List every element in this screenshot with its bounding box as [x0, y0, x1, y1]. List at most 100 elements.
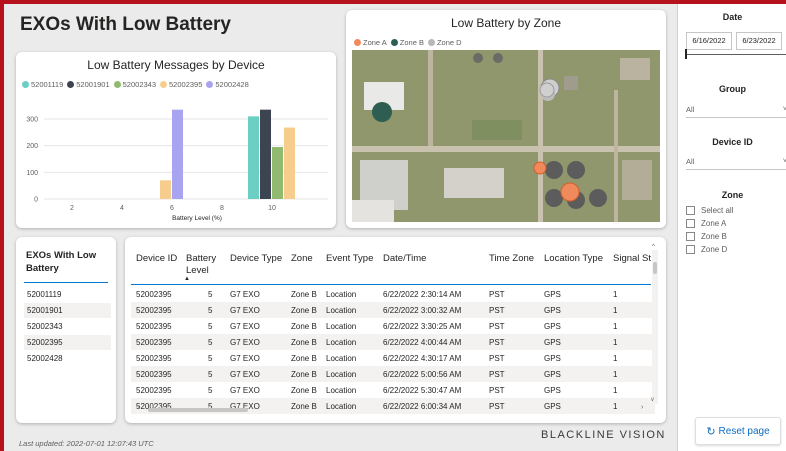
- reset-page-button[interactable]: ↻ Reset page: [695, 417, 781, 445]
- last-updated-text: Last updated: 2022-07-01 12:07:43 UTC: [19, 439, 154, 448]
- bar-52001901-x10[interactable]: [260, 109, 271, 199]
- date-start-input[interactable]: 6/16/2022: [686, 32, 732, 50]
- map-legend-item[interactable]: Zone A: [354, 38, 387, 47]
- device-list-header[interactable]: EXOs With Low Battery: [26, 249, 111, 275]
- table-cell: 5: [208, 290, 213, 299]
- table-cell: 6/22/2022 5:00:56 AM: [383, 370, 462, 379]
- checkbox-icon[interactable]: [686, 245, 695, 254]
- table-cell: Location: [326, 402, 357, 411]
- device-slicer-title: Device ID: [712, 137, 753, 147]
- x-tick-label: 10: [268, 205, 276, 212]
- bar-legend-item[interactable]: 52001119: [22, 80, 63, 89]
- zone-map[interactable]: [352, 50, 660, 222]
- table-cell: 1: [613, 322, 618, 331]
- table-row[interactable]: 52002395 5 G7 EXO Zone B Location 6/22/2022 5…: [131, 382, 655, 398]
- date-slider-handle[interactable]: [685, 49, 687, 59]
- column-header[interactable]: Device Type: [230, 253, 282, 265]
- bar-chart: 0 100 200 300 2 4 6 8 10 Battery Level (%): [26, 109, 328, 222]
- table-row[interactable]: 52002395 5 G7 EXO Zone B Location 6/22/2022 2…: [131, 286, 655, 302]
- table-cell: 52002395: [136, 338, 172, 347]
- table-row[interactable]: 52002395 5 G7 EXO Zone B Location 6/22/2022 3…: [131, 302, 655, 318]
- checkbox-icon[interactable]: [686, 206, 695, 215]
- bar-52002343-x10[interactable]: [272, 147, 283, 199]
- column-header[interactable]: Date/Time: [383, 253, 426, 265]
- aerial-map-image: [352, 50, 660, 222]
- table-cell: 1: [613, 370, 618, 379]
- scroll-up-arrow-icon[interactable]: ^: [652, 244, 655, 250]
- legend-label: 52001119: [31, 80, 64, 89]
- column-header[interactable]: Signal St: [613, 253, 651, 265]
- table-cell: 6/22/2022 2:30:14 AM: [383, 290, 462, 299]
- zone-option-label: Select all: [701, 206, 734, 215]
- zone-option[interactable]: Zone B: [686, 232, 727, 241]
- column-header[interactable]: Time Zone: [489, 253, 534, 265]
- device-list-item[interactable]: 52002395: [24, 335, 111, 350]
- device-list-item[interactable]: 52001119: [24, 287, 111, 302]
- legend-label: 52002395: [169, 80, 203, 89]
- legend-marker-icon: [354, 39, 361, 46]
- table-cell: 6/22/2022 5:30:47 AM: [383, 386, 462, 395]
- device-dropdown[interactable]: All ˅: [686, 155, 786, 170]
- map-legend-item[interactable]: Zone D: [427, 38, 462, 47]
- scroll-down-arrow-icon[interactable]: v: [651, 397, 654, 403]
- table-row[interactable]: 52002395 5 G7 EXO Zone B Location 6/22/2022 4…: [131, 350, 655, 366]
- zone-option[interactable]: Zone D: [686, 245, 727, 254]
- table-cell: 52002395: [136, 322, 172, 331]
- column-header[interactable]: Device ID: [136, 253, 177, 265]
- bar-52001119-x10[interactable]: [248, 116, 259, 199]
- scroll-right-arrow-icon[interactable]: ›: [641, 404, 643, 411]
- table-cell: Location: [326, 338, 357, 347]
- filter-panel: Date 6/16/2022 6/23/2022 Group All ˅ Dev…: [677, 4, 786, 451]
- horizontal-scroll-thumb[interactable]: [148, 408, 248, 412]
- table-cell: 5: [208, 322, 213, 331]
- y-tick-label: 200: [26, 143, 38, 150]
- legend-label: 52002343: [122, 80, 157, 89]
- table-row[interactable]: 52002395 5 G7 EXO Zone B Location 6/22/2022 5…: [131, 366, 655, 382]
- bar-legend-item[interactable]: 52002428: [206, 80, 249, 89]
- bar-legend-item[interactable]: 52001901: [67, 80, 110, 89]
- checkbox-icon[interactable]: [686, 232, 695, 241]
- table-row[interactable]: 52002395 5 G7 EXO Zone B Location 6/22/2022 3…: [131, 318, 655, 334]
- column-header[interactable]: Location Type: [544, 253, 603, 265]
- sort-ascending-icon[interactable]: ▲: [184, 276, 190, 282]
- bar-52002428-x6[interactable]: [172, 109, 183, 199]
- zone-option-label: Zone A: [701, 219, 727, 228]
- group-dropdown-value: All: [686, 105, 695, 114]
- scroll-left-arrow-icon[interactable]: ‹: [138, 404, 140, 411]
- legend-label: Zone B: [399, 38, 424, 47]
- bar-legend-item[interactable]: 52002343: [113, 80, 157, 89]
- bar-chart-title: Low Battery Messages by Device: [87, 58, 265, 72]
- vertical-scroll-thumb[interactable]: [653, 262, 657, 274]
- zone-option[interactable]: Zone A: [686, 219, 726, 228]
- table-row[interactable]: 52002395 5 G7 EXO Zone B Location 6/22/2022 4…: [131, 334, 655, 350]
- column-header[interactable]: Battery Level: [186, 253, 226, 277]
- table-cell: Zone B: [291, 386, 317, 395]
- column-header[interactable]: Event Type: [326, 253, 373, 265]
- zone-option[interactable]: Select all: [686, 206, 733, 215]
- bar-52002395-x6[interactable]: [160, 180, 171, 199]
- map-legend-item[interactable]: Zone B: [390, 38, 424, 47]
- table-cell: G7 EXO: [230, 354, 260, 363]
- bar-52002395-x10[interactable]: [284, 127, 295, 199]
- date-range-slider[interactable]: [686, 54, 786, 55]
- device-list-item[interactable]: 52001901: [24, 303, 111, 318]
- checkbox-icon[interactable]: [686, 219, 695, 228]
- table-cell: 5: [208, 306, 213, 315]
- table-cell: 52002395: [136, 386, 172, 395]
- table-cell: PST: [489, 354, 505, 363]
- device-list-item[interactable]: 52002428: [24, 351, 111, 366]
- group-dropdown[interactable]: All ˅: [686, 103, 786, 118]
- x-tick-label: 8: [220, 205, 224, 212]
- column-header[interactable]: Zone: [291, 253, 313, 265]
- device-list-item[interactable]: 52002343: [24, 319, 111, 334]
- zone-slicer-title: Zone: [721, 190, 744, 200]
- vertical-scrollbar[interactable]: [652, 250, 658, 404]
- date-end-input[interactable]: 6/23/2022: [736, 32, 782, 50]
- device-dropdown-value: All: [686, 157, 695, 166]
- legend-label: Zone A: [363, 38, 387, 47]
- table-cell: 52002395: [136, 370, 172, 379]
- table-cell: PST: [489, 338, 505, 347]
- bar-legend-item[interactable]: 52002395: [160, 80, 202, 89]
- y-tick-label: 100: [26, 170, 38, 177]
- table-cell: 6/22/2022 3:30:25 AM: [383, 322, 462, 331]
